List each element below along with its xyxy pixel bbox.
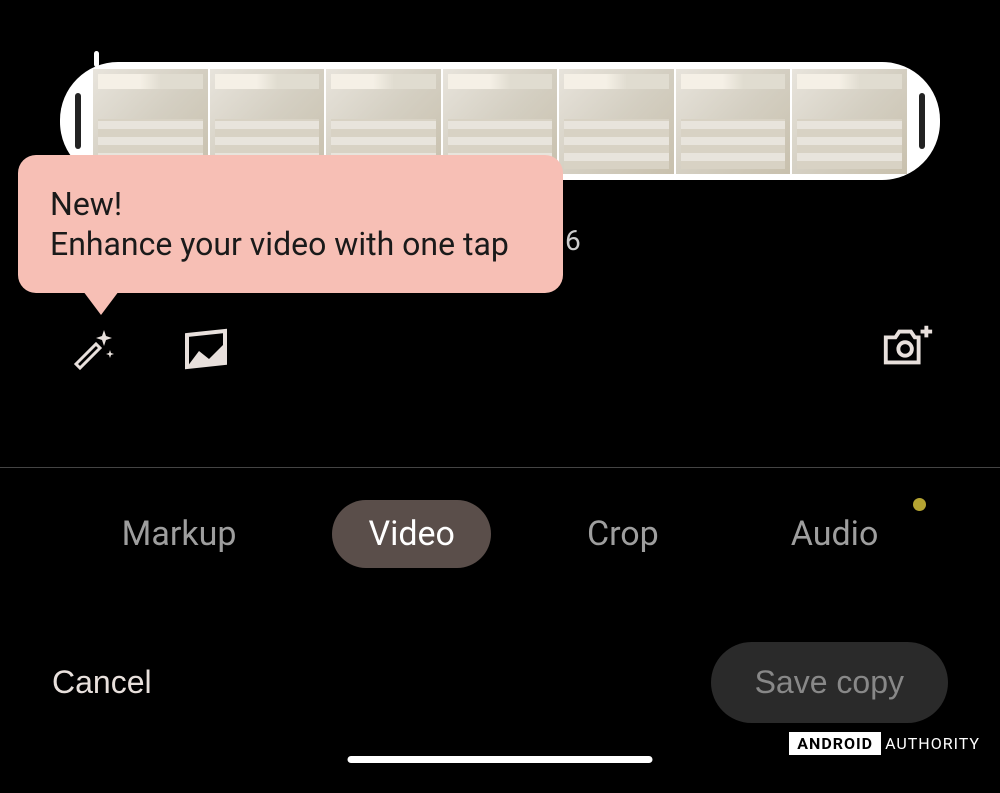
watermark-suffix: AUTHORITY [885,734,980,753]
watermark-brand: ANDROID [789,732,881,755]
tab-audio[interactable]: Audio [755,500,915,568]
timeline-playhead[interactable] [94,51,99,67]
tab-label: Video [368,514,455,554]
tab-label: Crop [587,514,659,554]
notification-dot-icon [913,498,926,511]
tab-crop[interactable]: Crop [551,500,695,568]
magic-wand-icon [66,322,118,374]
bottom-actions: Cancel Save copy [0,642,1000,723]
cancel-button[interactable]: Cancel [52,664,152,701]
tooltip-title: New! [50,185,531,223]
timestamp-partial: 6 [565,224,581,257]
enhance-tooltip: New! Enhance your video with one tap [18,155,563,293]
watermark: ANDROID AUTHORITY [789,732,980,755]
camera-add-icon [880,319,936,377]
timeline-thumbnail[interactable] [676,69,791,174]
section-divider [0,467,1000,468]
timeline-handle-left[interactable] [75,93,81,149]
tab-label: Audio [791,514,879,554]
camera-add-button[interactable] [880,320,936,376]
timeline-thumbnail[interactable] [559,69,674,174]
timeline-thumbnail[interactable] [792,69,907,174]
magic-wand-button[interactable] [64,320,120,376]
timeline-handle-right[interactable] [919,93,925,149]
editor-toolbar [0,320,1000,376]
tooltip-text: Enhance your video with one tap [50,225,531,263]
photo-frame-icon [181,323,231,373]
editor-tabs: Markup Video Crop Audio [0,500,1000,568]
home-indicator[interactable] [348,756,653,763]
tab-label: Markup [122,514,237,554]
save-copy-button[interactable]: Save copy [711,642,948,723]
tab-video[interactable]: Video [332,500,491,568]
tooltip-arrow [83,291,119,315]
photo-frame-button[interactable] [178,320,234,376]
tab-markup[interactable]: Markup [86,500,273,568]
